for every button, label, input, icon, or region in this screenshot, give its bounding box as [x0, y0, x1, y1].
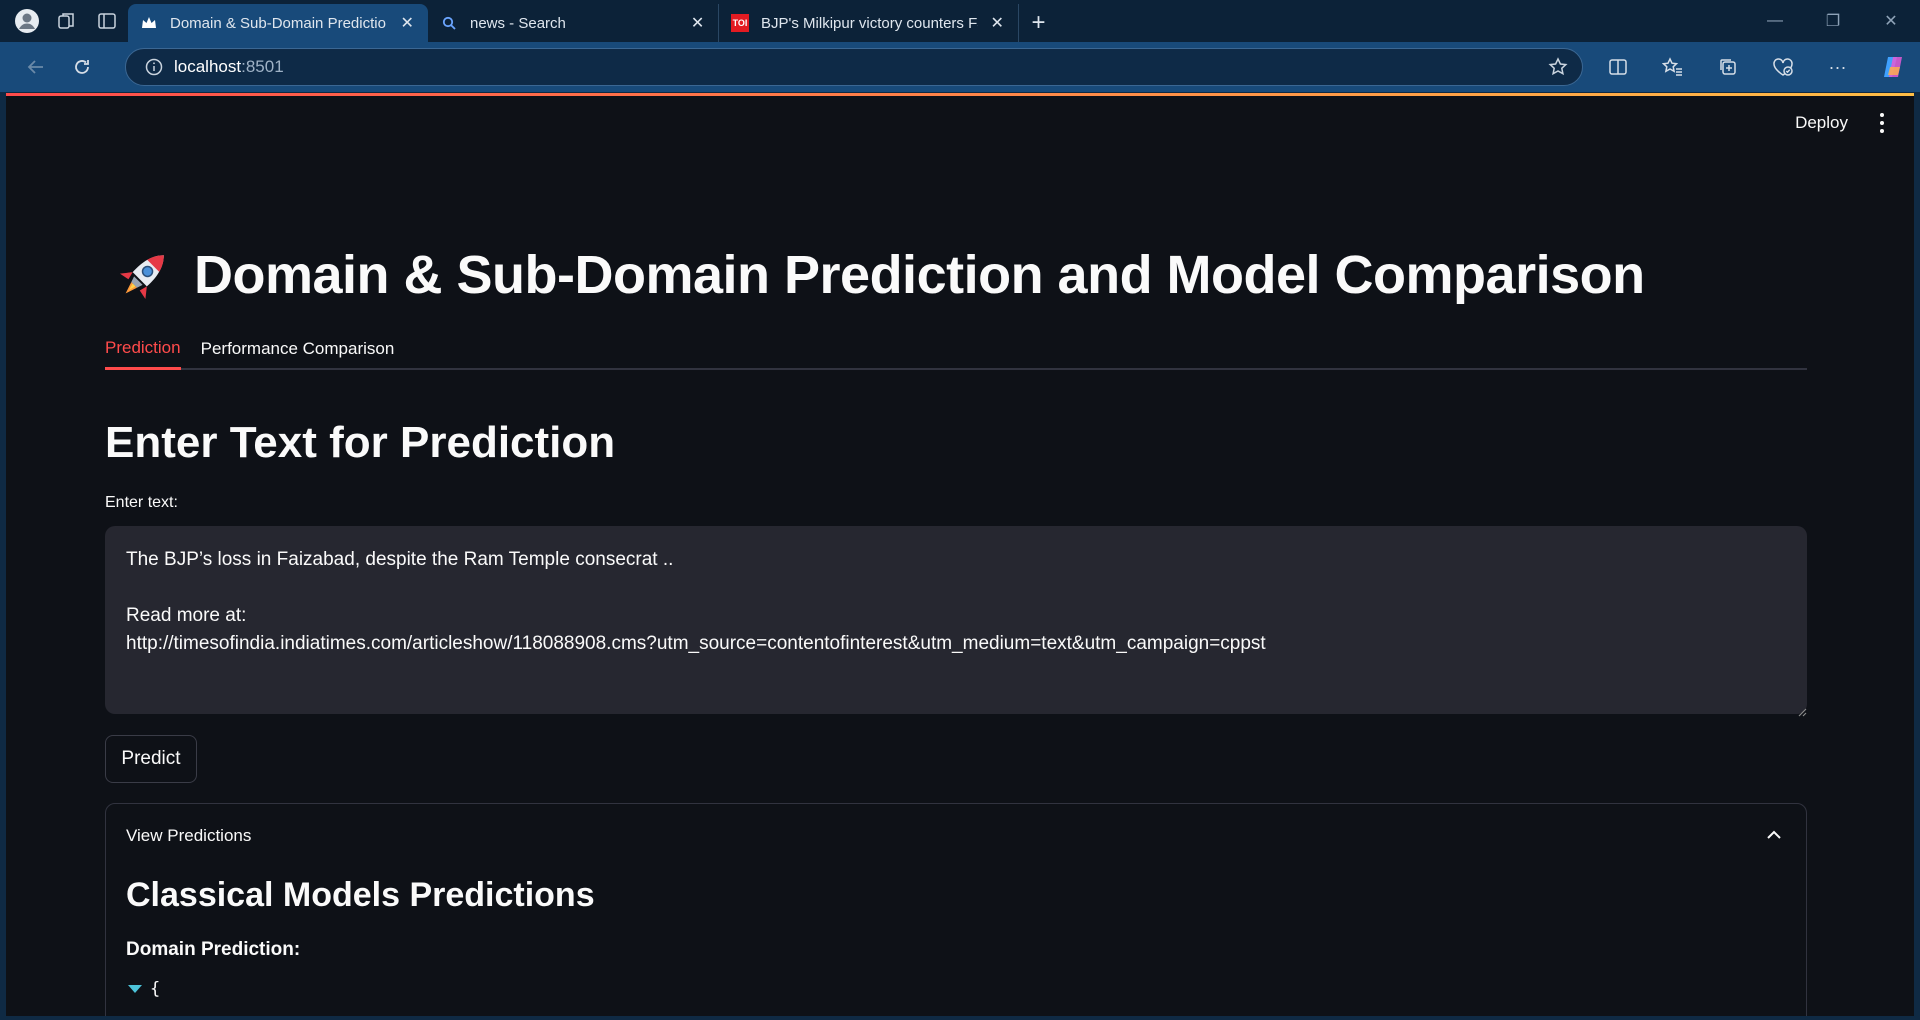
page-title: Domain & Sub-Domain Prediction and Model… — [112, 243, 1645, 307]
address-toolbar: localhost:8501 ··· — [0, 42, 1920, 92]
workspaces-icon[interactable] — [52, 6, 82, 36]
predictions-expander: View Predictions Classical Models Predic… — [105, 803, 1807, 1016]
tab-title: news - Search — [470, 14, 566, 32]
minimize-icon[interactable]: — — [1746, 0, 1804, 42]
more-options-icon[interactable]: ··· — [1810, 42, 1865, 92]
app-decoration-bar — [6, 93, 1914, 96]
browser-tab[interactable]: TOI BJP's Milkipur victory counters Fa ✕ — [718, 4, 1018, 42]
browser-tab[interactable]: news - Search ✕ — [428, 4, 718, 42]
text-input-label: Enter text: — [105, 494, 178, 511]
new-tab-button[interactable]: + — [1018, 4, 1058, 42]
expander-header[interactable]: View Predictions — [126, 826, 251, 846]
close-tab-icon[interactable]: ✕ — [399, 13, 416, 33]
url-port: :8501 — [241, 57, 284, 76]
close-window-icon[interactable]: ✕ — [1862, 0, 1920, 42]
domain-prediction-label: Domain Prediction: — [126, 939, 301, 960]
browser-essentials-icon[interactable] — [1755, 42, 1810, 92]
toi-logo-icon: TOI — [731, 14, 749, 32]
back-button[interactable] — [14, 47, 58, 87]
tab-actions-icon[interactable] — [92, 6, 122, 36]
search-icon — [440, 14, 458, 32]
browser-titlebar: Domain & Sub-Domain Predictio ✕ news - S… — [0, 0, 1920, 42]
favorite-star-icon[interactable] — [1548, 57, 1568, 82]
profile-icon[interactable] — [12, 6, 42, 36]
refresh-button[interactable] — [60, 47, 104, 87]
chevron-up-icon[interactable] — [1766, 826, 1782, 842]
json-viewer: { — [126, 979, 160, 999]
text-input-area[interactable]: The BJP’s loss in Faizabad, despite the … — [105, 526, 1807, 714]
browser-right-tools: ··· — [1590, 42, 1920, 92]
url-bar[interactable]: localhost:8501 — [125, 48, 1583, 86]
crown-icon — [140, 14, 158, 32]
close-tab-icon[interactable]: ✕ — [689, 13, 706, 33]
json-open-brace: { — [150, 979, 161, 999]
classical-models-title: Classical Models Predictions — [126, 876, 595, 914]
page-title-text: Domain & Sub-Domain Prediction and Model… — [194, 245, 1645, 305]
section-title: Enter Text for Prediction — [105, 418, 616, 467]
favorites-icon[interactable] — [1645, 42, 1700, 92]
url-host: localhost — [174, 57, 242, 76]
restore-icon[interactable]: ❐ — [1804, 0, 1862, 42]
tab-performance-comparison[interactable]: Performance Comparison — [201, 328, 395, 370]
tab-prediction[interactable]: Prediction — [105, 328, 181, 370]
copilot-icon[interactable] — [1865, 42, 1920, 92]
close-tab-icon[interactable]: ✕ — [988, 13, 1006, 33]
textarea-resize-handle[interactable] — [1797, 704, 1807, 717]
deploy-button[interactable]: Deploy — [1795, 113, 1848, 133]
titlebar-left-controls — [0, 0, 122, 42]
site-info-icon[interactable] — [134, 58, 174, 76]
collections-icon[interactable] — [1700, 42, 1755, 92]
tab-title: BJP's Milkipur victory counters Fa — [761, 14, 979, 32]
rocket-icon — [119, 255, 164, 300]
predict-button[interactable]: Predict — [105, 735, 197, 783]
app-tabs: Prediction Performance Comparison — [105, 328, 1807, 370]
main-menu-icon[interactable] — [1872, 111, 1892, 135]
json-collapse-caret-icon[interactable] — [128, 985, 142, 993]
browser-tab-active[interactable]: Domain & Sub-Domain Predictio ✕ — [128, 4, 428, 42]
app-viewport: Deploy Domain & Sub-Domain Prediction an… — [6, 93, 1914, 1016]
split-screen-icon[interactable] — [1590, 42, 1645, 92]
tab-title: Domain & Sub-Domain Predictio — [170, 14, 386, 32]
window-controls: — ❐ ✕ — [1746, 0, 1920, 42]
